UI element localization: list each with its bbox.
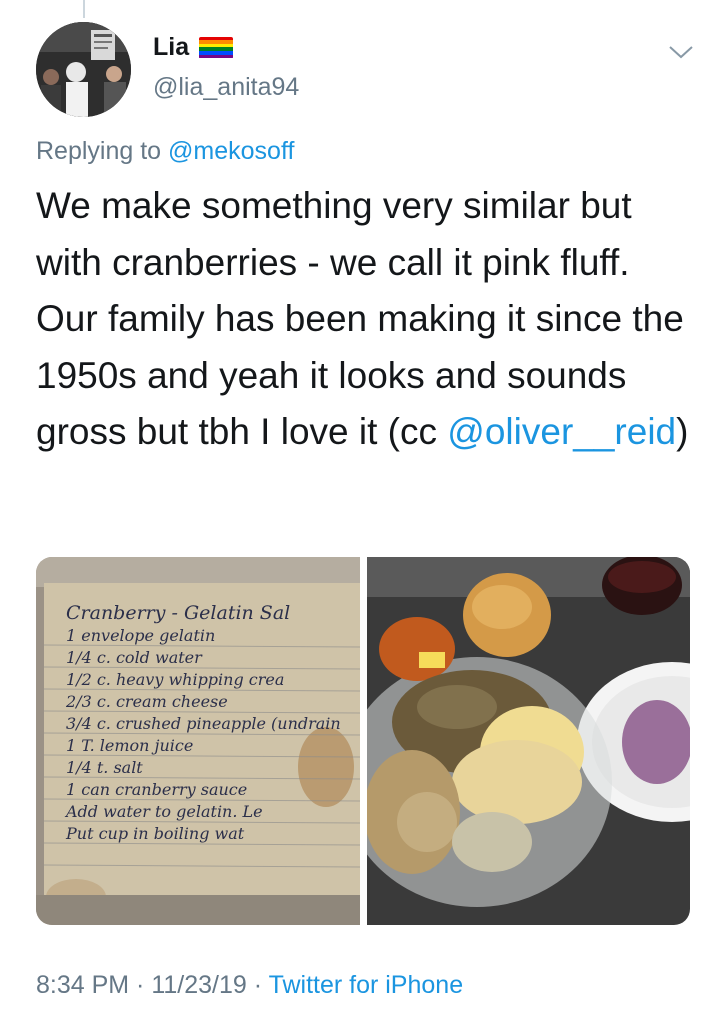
tweet-text: We make something very similar but with … — [36, 178, 696, 461]
recipe-line: 1/4 c. cold water — [66, 648, 203, 667]
separator: · — [246, 971, 269, 999]
food-plate-photo[interactable] — [342, 557, 690, 925]
rainbow-flag-icon — [199, 36, 234, 59]
recipe-line: Cranberry - Gelatin Sal — [66, 602, 290, 624]
tweet-suffix: ) — [676, 411, 689, 452]
display-name-text: Lia — [153, 33, 190, 61]
recipe-line: 2/3 c. cream cheese — [65, 692, 228, 711]
avatar-photo — [36, 22, 131, 117]
cc-mention-link[interactable]: @oliver__reid — [447, 411, 676, 452]
thread-connector-line — [83, 0, 85, 18]
display-name[interactable]: Lia — [153, 33, 234, 62]
recipe-line: 1 envelope gelatin — [66, 626, 215, 645]
reply-mention-link[interactable]: @mekosoff — [168, 137, 294, 165]
recipe-card-image: Cranberry - Gelatin Sal 1 envelope gelat… — [36, 557, 361, 925]
food-plate-image — [342, 557, 690, 925]
recipe-line: Put cup in boiling wat — [65, 824, 245, 843]
tweet-source-link[interactable]: Twitter for iPhone — [269, 971, 464, 999]
tweet-metadata: 8:34 PM · 11/23/19 · Twitter for iPhone — [36, 971, 463, 1000]
recipe-line: 1/2 c. heavy whipping crea — [66, 670, 284, 689]
avatar[interactable] — [36, 22, 131, 117]
user-handle[interactable]: @lia_anita94 — [153, 73, 299, 102]
recipe-line: 1 can cranberry sauce — [66, 780, 247, 799]
recipe-line: Add water to gelatin. Le — [64, 802, 263, 821]
replying-to: Replying to @mekosoff — [36, 137, 294, 166]
tweet-date[interactable]: 11/23/19 — [151, 971, 246, 999]
separator: · — [129, 971, 152, 999]
recipe-line: 1/4 t. salt — [66, 758, 143, 777]
tweet-time[interactable]: 8:34 PM — [36, 971, 129, 999]
replying-to-label: Replying to — [36, 137, 169, 165]
recipe-card-photo[interactable]: Cranberry - Gelatin Sal 1 envelope gelat… — [36, 557, 361, 925]
recipe-line: 1 T. lemon juice — [66, 736, 193, 755]
chevron-down-icon[interactable] — [667, 42, 695, 62]
recipe-line: 3/4 c. crushed pineapple (undrain — [66, 714, 341, 733]
media-gallery: Cranberry - Gelatin Sal 1 envelope gelat… — [36, 557, 690, 925]
